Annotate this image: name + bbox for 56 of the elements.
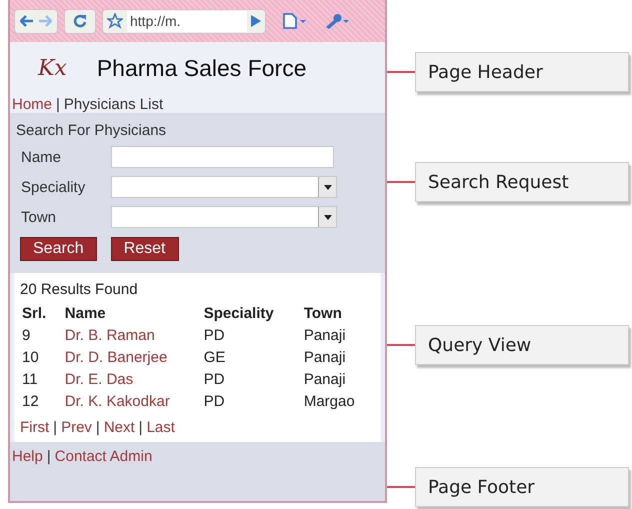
separator: | bbox=[53, 419, 58, 436]
action-button[interactable]: Search bbox=[20, 237, 97, 261]
table-cell-text: GE bbox=[204, 348, 226, 368]
callout-label: Page Footer bbox=[415, 467, 629, 507]
field-label: Name bbox=[21, 148, 62, 166]
column-header: Name bbox=[64, 304, 107, 324]
action-button[interactable]: Reset bbox=[110, 237, 178, 261]
table-cell-text: 10 bbox=[22, 348, 40, 368]
column-header: Town bbox=[304, 304, 343, 324]
physician-link[interactable]: Dr. D. Banerjee bbox=[64, 347, 204, 369]
link[interactable]: Home bbox=[12, 96, 52, 112]
column-header: Speciality bbox=[204, 304, 304, 325]
table-cell-text: 9 bbox=[22, 326, 32, 346]
wrench-menu-icon[interactable] bbox=[324, 13, 350, 29]
caret-icon bbox=[324, 184, 332, 190]
link[interactable]: Last bbox=[146, 419, 175, 436]
logo: Kx bbox=[38, 56, 67, 81]
physician-link[interactable]: Dr. E. Das bbox=[64, 369, 204, 391]
table-cell-text: Panaji bbox=[304, 348, 347, 368]
link[interactable]: Next bbox=[104, 419, 135, 436]
input-field[interactable] bbox=[111, 146, 334, 168]
address-bar[interactable]: http://m. bbox=[102, 8, 266, 34]
table-cell-text: 11 bbox=[22, 370, 39, 390]
physician-link[interactable]: Dr. B. Raman bbox=[64, 325, 204, 347]
results-count: 20 Results Found bbox=[20, 281, 139, 298]
reload-icon[interactable] bbox=[73, 14, 87, 28]
go-icon[interactable] bbox=[251, 15, 261, 27]
field-label: Town bbox=[21, 208, 58, 226]
current-page-label: Physicians List bbox=[64, 96, 164, 112]
callout-label: Query View bbox=[415, 325, 629, 365]
app-title: Pharma Sales Force bbox=[96, 55, 306, 82]
caret-icon bbox=[324, 214, 332, 220]
field-label: Speciality bbox=[21, 178, 86, 196]
table-cell-text: PD bbox=[204, 392, 226, 412]
table-cell-text: PD bbox=[204, 326, 226, 346]
separator: | bbox=[46, 448, 51, 465]
callout-label: Search Request bbox=[415, 162, 629, 202]
separator: | bbox=[96, 419, 100, 436]
back-icon[interactable] bbox=[20, 15, 34, 27]
link[interactable]: Help bbox=[12, 448, 43, 465]
column-header: Srl. bbox=[22, 304, 48, 324]
link[interactable]: Contact Admin bbox=[54, 448, 152, 465]
separator: | bbox=[138, 419, 143, 436]
link[interactable]: First bbox=[20, 419, 50, 436]
table-cell-text: Margao bbox=[304, 392, 356, 412]
link[interactable]: Prev bbox=[61, 419, 92, 436]
star-icon[interactable] bbox=[107, 13, 123, 29]
section-title: Search For Physicians bbox=[16, 122, 168, 139]
callout-label: Page Header bbox=[415, 52, 629, 92]
table-cell-text: 12 bbox=[22, 392, 40, 412]
physician-link[interactable]: Dr. K. Kakodkar bbox=[64, 391, 204, 413]
table-cell-text: PD bbox=[204, 370, 226, 390]
separator: | bbox=[56, 96, 60, 112]
table-cell-text: Panaji bbox=[304, 370, 347, 390]
table-cell-text: Panaji bbox=[304, 326, 347, 346]
page-menu-icon[interactable] bbox=[282, 13, 306, 29]
